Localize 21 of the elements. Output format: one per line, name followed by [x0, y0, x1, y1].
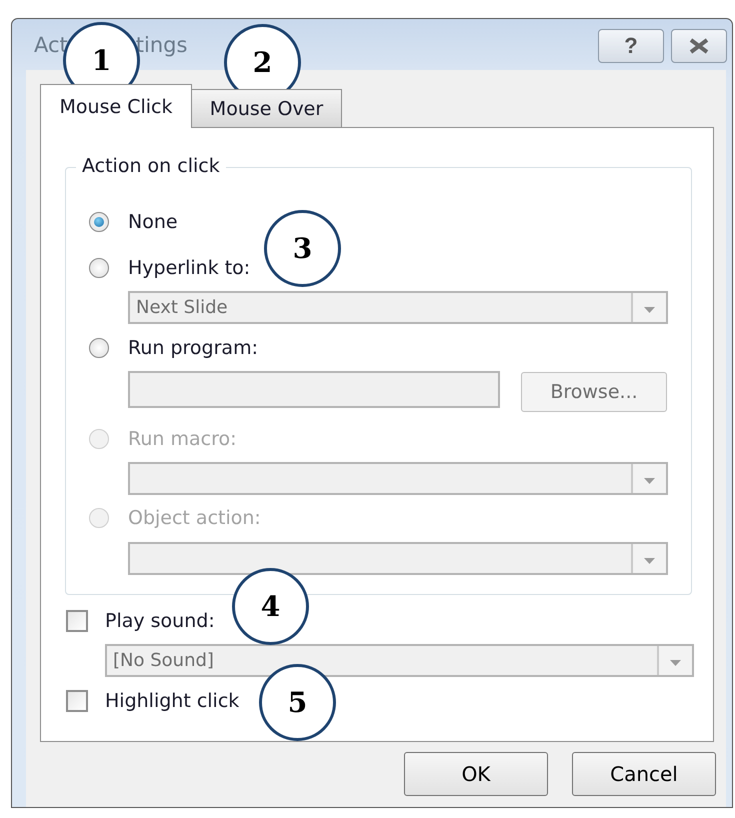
checkbox-label: Highlight click: [105, 690, 240, 712]
radio-button[interactable]: [89, 258, 109, 278]
tab[interactable]: Mouse Over: [192, 89, 342, 127]
radio-label: Run macro:: [128, 428, 236, 450]
radio-button[interactable]: [89, 212, 109, 232]
close-button[interactable]: [671, 29, 727, 63]
radio-label: Run program:: [128, 337, 258, 359]
close-icon: [688, 38, 710, 54]
dropdown-value: Next Slide: [136, 297, 228, 318]
radio-button[interactable]: [89, 338, 109, 358]
dropdown-value: [No Sound]: [113, 650, 214, 671]
dialog-button[interactable]: OK: [404, 752, 548, 796]
help-button[interactable]: ?: [598, 29, 664, 63]
radio-label: Hyperlink to:: [128, 257, 250, 279]
radio-label: Object action:: [128, 507, 261, 529]
dialog-button[interactable]: Cancel: [572, 752, 716, 796]
checkbox-label: Play sound:: [105, 610, 215, 632]
checkbox[interactable]: [66, 610, 88, 632]
tab[interactable]: Mouse Click: [40, 84, 192, 128]
checkbox[interactable]: [66, 690, 88, 712]
radio-label: None: [128, 211, 178, 233]
